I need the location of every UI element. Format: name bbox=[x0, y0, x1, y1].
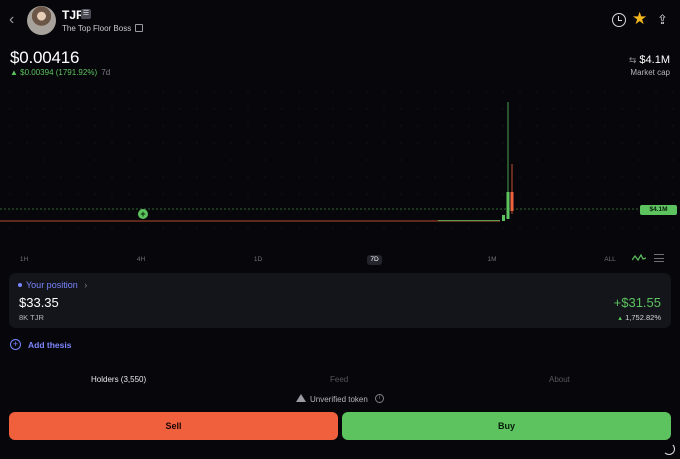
token-avatar bbox=[27, 6, 56, 35]
star-icon[interactable]: ★ bbox=[632, 10, 647, 28]
price-change-period: 7d bbox=[101, 68, 111, 77]
candle-2 bbox=[506, 192, 510, 219]
up-arrow-icon: ▲ bbox=[617, 316, 624, 322]
plus-icon[interactable]: + bbox=[10, 339, 21, 350]
chevron-right-icon: › bbox=[84, 280, 88, 290]
tab-about[interactable]: About bbox=[549, 375, 570, 384]
swap-icon: ⇆ bbox=[628, 55, 637, 65]
price-chart[interactable] bbox=[0, 84, 680, 244]
position-card[interactable] bbox=[9, 273, 671, 328]
market-cap-label: Market cap bbox=[630, 68, 670, 77]
position-title-label: Your position bbox=[26, 280, 78, 290]
market-cap-amount: $4.1M bbox=[639, 54, 670, 66]
list-icon: ☰ bbox=[81, 9, 91, 19]
position-pnl-percent: ▲ 1,752.82% bbox=[617, 313, 661, 322]
position-value: $33.35 bbox=[19, 295, 59, 310]
current-price: $0.00416 bbox=[10, 48, 80, 67]
timeframe-all[interactable]: ALL bbox=[600, 255, 620, 265]
unverified-token-label: Unverified token bbox=[310, 395, 368, 404]
position-quantity: 8K TJR bbox=[19, 313, 44, 322]
warning-icon bbox=[296, 394, 306, 402]
position-dot-icon bbox=[18, 283, 22, 287]
timeframe-7d[interactable]: 7D bbox=[367, 255, 382, 265]
position-pnl: +$31.55 bbox=[613, 295, 661, 310]
current-price-tag: $4.1M bbox=[640, 205, 677, 215]
loading-spinner-icon bbox=[663, 443, 675, 455]
chart-grid bbox=[9, 91, 674, 229]
buy-marker-icon[interactable]: + bbox=[138, 209, 148, 219]
filter-icon[interactable] bbox=[654, 254, 664, 262]
tab-holders[interactable]: Holders (3,550) bbox=[91, 375, 146, 384]
timeframe-4h[interactable]: 4H bbox=[131, 255, 151, 265]
info-icon[interactable]: i bbox=[375, 394, 384, 403]
candle-1 bbox=[502, 215, 505, 221]
position-title[interactable]: Your position › bbox=[26, 280, 87, 290]
pnl-percent-value: 1,752.82% bbox=[625, 313, 661, 322]
back-icon[interactable]: ‹ bbox=[9, 11, 23, 29]
token-name: The Top Floor Boss bbox=[62, 24, 132, 33]
timeframe-1m[interactable]: 1M bbox=[482, 255, 502, 265]
buy-button[interactable]: Buy bbox=[342, 412, 671, 440]
copy-icon[interactable] bbox=[135, 24, 143, 32]
candle-3 bbox=[510, 192, 514, 211]
market-cap-value[interactable]: ⇆ $4.1M bbox=[629, 54, 670, 66]
tab-feed[interactable]: Feed bbox=[330, 375, 348, 384]
price-change: ▲ $0.00394 (1791.92%) 7d bbox=[10, 68, 110, 77]
up-arrow-icon: ▲ bbox=[10, 68, 18, 77]
price-change-value: $0.00394 (1791.92%) bbox=[20, 68, 98, 77]
add-thesis-button[interactable]: Add thesis bbox=[28, 340, 71, 350]
share-icon[interactable]: ⇪ bbox=[657, 12, 670, 27]
line-chart-icon[interactable] bbox=[632, 253, 646, 263]
sell-button[interactable]: Sell bbox=[9, 412, 338, 440]
timeframe-1d[interactable]: 1D bbox=[248, 255, 268, 265]
timeframe-1h[interactable]: 1H bbox=[14, 255, 34, 265]
history-icon[interactable] bbox=[612, 13, 626, 27]
